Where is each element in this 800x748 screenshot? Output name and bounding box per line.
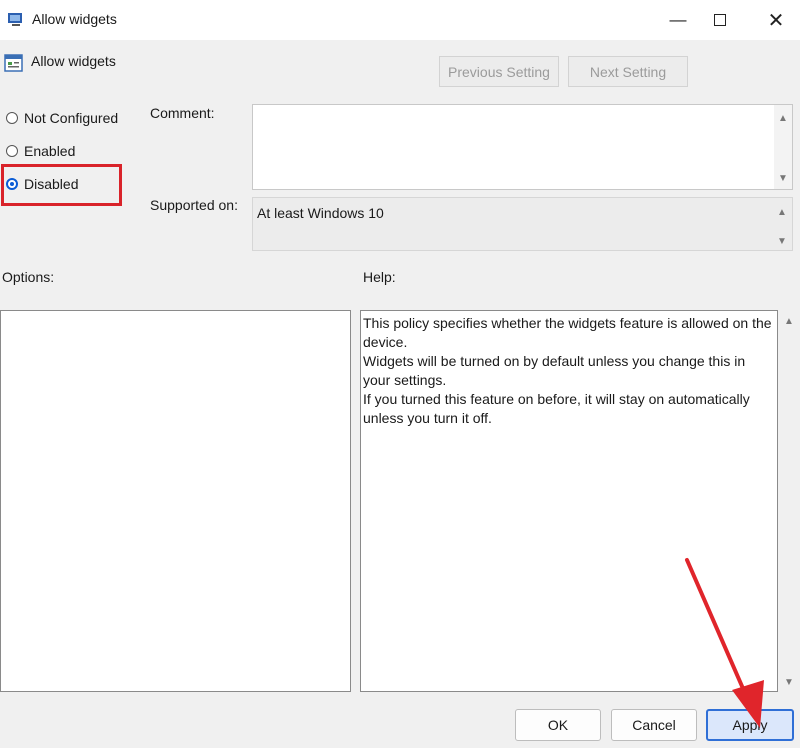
apply-button[interactable]: Apply — [706, 709, 794, 741]
help-line: If you turned this feature on before, it… — [363, 391, 750, 407]
scroll-up-icon[interactable]: ▲ — [776, 207, 788, 218]
previous-setting-button[interactable]: Previous Setting — [439, 56, 559, 87]
window-title: Allow widgets — [32, 11, 117, 27]
policy-app-icon — [8, 13, 22, 26]
supported-on-value: At least Windows 10 — [257, 205, 384, 221]
help-text: This policy specifies whether the widget… — [363, 314, 773, 428]
close-icon[interactable]: ✕ — [753, 0, 799, 40]
help-label: Help: — [363, 269, 396, 285]
minimize-icon[interactable]: — — [655, 0, 701, 40]
radio-enabled[interactable]: Enabled — [6, 143, 75, 159]
comment-label: Comment: — [150, 105, 215, 121]
cancel-button[interactable]: Cancel — [611, 709, 697, 741]
radio-circle[interactable] — [6, 145, 18, 157]
scroll-down-icon[interactable]: ▼ — [776, 236, 788, 247]
radio-not-configured[interactable]: Not Configured — [6, 110, 118, 126]
scroll-down-icon[interactable]: ▼ — [777, 173, 789, 184]
radio-label: Not Configured — [24, 110, 119, 126]
next-setting-button[interactable]: Next Setting — [568, 56, 688, 87]
comment-scrollbar[interactable]: ▲ ▼ — [774, 105, 792, 189]
ok-button[interactable]: OK — [515, 709, 601, 741]
options-label: Options: — [2, 269, 55, 285]
title-bar: Allow widgets — ✕ — [0, 0, 800, 40]
help-line: your settings. — [363, 372, 447, 388]
help-line: unless you turn it off. — [363, 410, 492, 426]
comment-textarea[interactable]: ▲ ▼ — [252, 104, 793, 190]
disabled-highlight-box — [1, 164, 122, 206]
supported-on-field: At least Windows 10 ▲ ▼ — [252, 197, 793, 251]
help-line: This policy specifies whether the widget… — [363, 315, 772, 331]
help-scroll-up-icon[interactable]: ▲ — [783, 316, 795, 327]
scroll-up-icon[interactable]: ▲ — [777, 113, 789, 124]
help-scroll-down-icon[interactable]: ▼ — [783, 677, 795, 688]
policy-heading: Allow widgets — [31, 53, 116, 69]
supported-on-label: Supported on: — [150, 197, 238, 213]
radio-circle[interactable] — [6, 112, 18, 124]
maximize-icon[interactable] — [697, 0, 743, 40]
help-line: Widgets will be turned on by default unl… — [363, 353, 746, 369]
help-line: device. — [363, 334, 408, 350]
setting-icon — [4, 54, 23, 72]
radio-label: Enabled — [24, 143, 76, 159]
options-pane — [0, 310, 351, 692]
